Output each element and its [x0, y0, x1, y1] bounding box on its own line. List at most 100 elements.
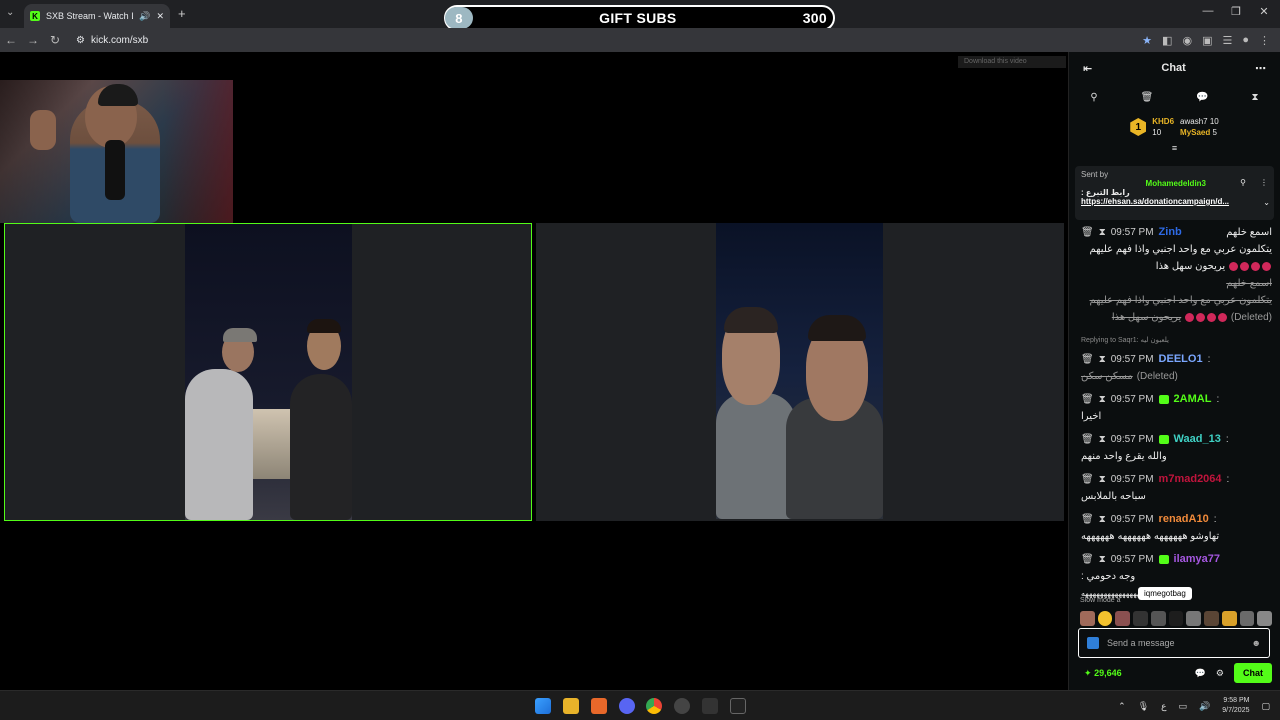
extension-icon[interactable]: ◧	[1162, 34, 1172, 47]
epic-games-icon[interactable]	[730, 698, 746, 714]
emote-icon[interactable]	[1150, 610, 1166, 626]
collapse-chat-icon[interactable]: ⇤	[1083, 62, 1092, 75]
message-delete-icon[interactable]: 🗑	[1081, 471, 1094, 488]
chrome-icon[interactable]	[646, 698, 662, 714]
pinned-message[interactable]: Sent by Mohamedeldin3 رابط التبرع : http…	[1075, 166, 1274, 220]
message-delete-icon[interactable]: 🗑	[1081, 511, 1094, 528]
reload-icon[interactable]: ↻	[44, 33, 66, 47]
message-user[interactable]: DEELO1	[1159, 351, 1203, 368]
start-menu-icon[interactable]	[535, 698, 551, 714]
message-icon[interactable]: 💬	[1196, 92, 1208, 103]
message-timeout-icon[interactable]: ⧗	[1099, 391, 1106, 408]
chat-options-icon[interactable]: ⋯	[1255, 62, 1266, 75]
app-icon[interactable]	[674, 698, 690, 714]
browser-menu-icon[interactable]: ⋮	[1259, 34, 1270, 47]
deleted-label: (Deleted)	[1230, 312, 1272, 323]
tab-search-icon[interactable]: ⌄	[6, 7, 14, 18]
emote-tooltip: iqmegotbag	[1138, 587, 1192, 600]
chat-message-renada10: 🗑 ⧗ 09:57 PM renadA10: تهاوشو ههههههه ههههه…	[1081, 511, 1272, 545]
new-tab-button[interactable]: +	[178, 6, 186, 21]
discord-icon[interactable]	[619, 698, 635, 714]
site-info-icon[interactable]: ⚙	[76, 35, 85, 46]
emote-icon[interactable]	[1204, 610, 1219, 626]
message-timeout-icon[interactable]: ⧗	[1099, 224, 1106, 241]
expand-leaderboard-icon[interactable]: ≡	[1069, 144, 1280, 153]
unpin-icon[interactable]: ⚲	[1240, 178, 1246, 187]
emote-icon[interactable]	[1080, 610, 1095, 626]
points-icon: ✦	[1084, 667, 1092, 678]
message-user[interactable]: 2AMAL	[1174, 391, 1212, 408]
message-delete-icon[interactable]: 🗑	[1081, 351, 1094, 368]
emote-icon[interactable]	[1257, 610, 1273, 626]
download-video-hint[interactable]: Download this video	[958, 56, 1066, 68]
hourglass-icon[interactable]: ⧗	[1251, 92, 1258, 103]
message-timeout-icon[interactable]: ⧗	[1099, 551, 1106, 568]
back-icon[interactable]: ←	[0, 33, 22, 47]
trash-icon[interactable]: 🗑	[1141, 92, 1154, 103]
message-time: 09:57 PM	[1110, 474, 1154, 485]
network-icon[interactable]: ▭	[1179, 701, 1188, 712]
channel-points[interactable]: ✦ 29,646	[1084, 668, 1122, 679]
steam-icon[interactable]	[702, 698, 718, 714]
clock-date: 9/7/2025	[1222, 707, 1250, 714]
emoji-icon[interactable]: ☻	[1252, 638, 1261, 648]
message-user[interactable]: Waad_13	[1174, 431, 1221, 448]
volume-icon[interactable]: 🔊	[1199, 701, 1210, 712]
maximize-button[interactable]: ❐	[1226, 5, 1246, 18]
profile-avatar-icon[interactable]: ●	[1242, 34, 1249, 47]
message-timeout-icon[interactable]: ⧗	[1099, 431, 1106, 448]
message-delete-icon[interactable]: 🗑	[1081, 224, 1094, 241]
chat-input[interactable]: Send a message ☻	[1078, 628, 1270, 658]
chat-message-m7mad2064: 🗑 ⧗ 09:57 PM m7mad2064: سباحه بالملابس	[1081, 471, 1272, 505]
message-timeout-icon[interactable]: ⧗	[1099, 471, 1106, 488]
message-timeout-icon[interactable]: ⧗	[1099, 351, 1106, 368]
pinned-link[interactable]: https://ehsan.sa/donationcampaign/d...	[1081, 197, 1253, 206]
system-tray: ⌃ 🎙 ع ▭ 🔊 9:58 PM 9/7/2025 ▢	[1118, 696, 1270, 716]
deleted-label: (Deleted)	[1136, 371, 1178, 382]
bookmark-star-icon[interactable]: ★	[1142, 34, 1152, 47]
extension-icon-2[interactable]: ◉	[1182, 34, 1192, 47]
message-text: تهاوشو ههههههه ههههههه ههههههه	[1081, 531, 1220, 542]
forward-icon[interactable]: →	[22, 33, 44, 47]
pinned-more-icon[interactable]: ⋮	[1260, 178, 1268, 187]
notifications-icon[interactable]: ▢	[1261, 701, 1270, 712]
message-user[interactable]: Zinb	[1159, 224, 1182, 241]
emote-icon[interactable]	[1186, 610, 1202, 626]
message-delete-icon[interactable]: 🗑	[1081, 551, 1094, 568]
send-chat-button[interactable]: Chat	[1234, 663, 1272, 683]
tray-chevron-icon[interactable]: ⌃	[1118, 701, 1126, 712]
emote-icon[interactable]	[1221, 610, 1237, 626]
message-timeout-icon[interactable]: ⧗	[1099, 511, 1106, 528]
clock[interactable]: 9:58 PM 9/7/2025	[1222, 696, 1249, 716]
emote-icon[interactable]	[1239, 610, 1255, 626]
clock-time: 9:58 PM	[1223, 697, 1250, 704]
chat-settings-icon[interactable]: ⚙	[1216, 668, 1224, 679]
media-control-icon[interactable]: ☰	[1222, 34, 1232, 47]
tab-close-icon[interactable]: ✕	[156, 11, 164, 22]
language-icon[interactable]: ع	[1161, 701, 1166, 712]
microphone-icon[interactable]: 🎙	[1138, 701, 1149, 712]
emote-icon[interactable]	[1097, 610, 1113, 626]
address-bar[interactable]: ⚙ kick.com/sxb	[76, 35, 148, 46]
file-explorer-icon[interactable]	[563, 698, 579, 714]
message-user[interactable]: m7mad2064	[1159, 471, 1222, 488]
message-text: وجه دحومي :	[1081, 571, 1136, 582]
pinned-expand-icon[interactable]: ⌄	[1263, 198, 1270, 207]
app-icon[interactable]	[591, 698, 607, 714]
message-delete-icon[interactable]: 🗑	[1081, 431, 1094, 448]
chat-bubble-icon[interactable]: 💬	[1195, 668, 1206, 679]
minimize-button[interactable]: —	[1198, 5, 1218, 17]
emote-icon[interactable]	[1115, 610, 1131, 626]
pin-icon[interactable]: ⚲	[1090, 92, 1097, 103]
reply-context[interactable]: Replying to Saqr1: يلعبون ليه	[1081, 332, 1272, 349]
browser-tab-active[interactable]: K SXB Stream - Watch Live o 🔊 ✕	[24, 4, 170, 28]
emote-icon[interactable]	[1168, 610, 1184, 626]
extensions-puzzle-icon[interactable]: ▣	[1202, 34, 1212, 47]
emote-icon[interactable]	[1133, 610, 1148, 626]
message-user[interactable]: ilamya77	[1174, 551, 1220, 568]
message-text: يتكلمون عربي مع واحد اجنبي واذا فهم عليه…	[1089, 244, 1272, 255]
tab-audio-icon[interactable]: 🔊	[139, 11, 150, 22]
message-delete-icon[interactable]: 🗑	[1081, 391, 1094, 408]
close-window-button[interactable]: ✕	[1254, 5, 1274, 18]
message-user[interactable]: renadA10	[1159, 511, 1209, 528]
